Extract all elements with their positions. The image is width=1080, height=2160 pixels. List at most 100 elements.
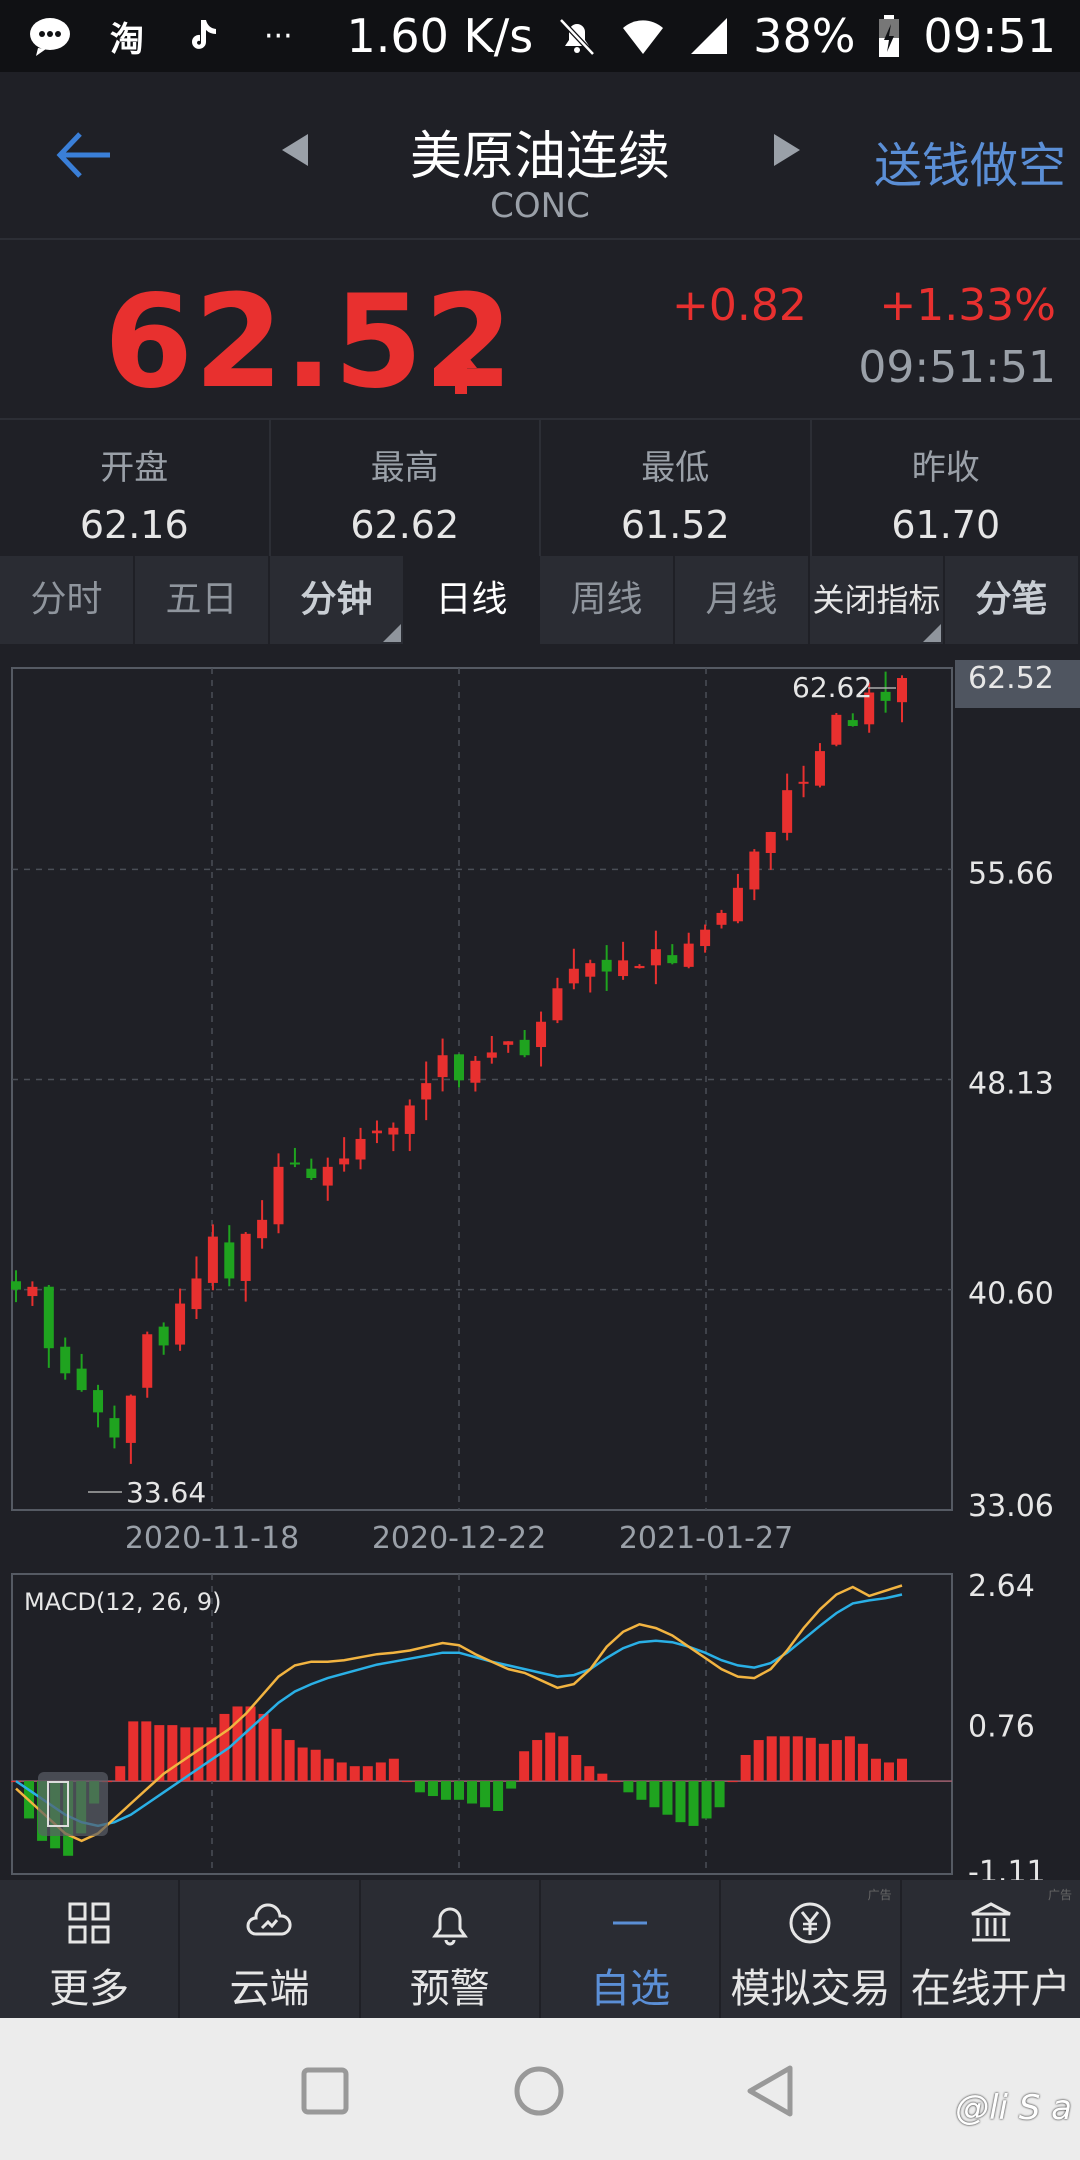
macd-bar xyxy=(480,1781,491,1808)
wifi-icon xyxy=(623,20,664,54)
candle-body xyxy=(322,1166,333,1186)
candle-body xyxy=(60,1346,71,1374)
tab-intraday[interactable]: 分时 xyxy=(0,556,135,644)
tab-daily[interactable]: 日线 xyxy=(405,556,540,644)
short-promo-button[interactable]: 送钱做空 xyxy=(874,126,1066,196)
macd-bar xyxy=(870,1758,881,1782)
tab-monthly[interactable]: 月线 xyxy=(675,556,810,644)
macd-bar xyxy=(310,1749,321,1782)
nav-label: 云端 xyxy=(229,1966,310,2012)
stats-row: 开盘 62.16 最高 62.62 最低 61.52 昨收 61.70 xyxy=(0,420,1080,556)
tab-weekly[interactable]: 周线 xyxy=(540,556,675,644)
candle-body xyxy=(43,1286,54,1349)
battery-percent: 38% xyxy=(753,9,856,63)
macd-bar xyxy=(271,1728,282,1782)
macd-bar xyxy=(440,1781,451,1800)
macd-bar xyxy=(297,1747,308,1782)
x-tick-label: 2021-01-27 xyxy=(619,1521,793,1556)
candle-body xyxy=(11,1281,21,1290)
candle-body xyxy=(191,1278,202,1310)
nav-more[interactable]: 更多 xyxy=(0,1880,181,2018)
back-icon[interactable] xyxy=(744,2064,796,2118)
candle-body xyxy=(552,988,563,1021)
tiktok-icon xyxy=(192,20,216,49)
y-tick-label: 40.60 xyxy=(968,1277,1054,1312)
stat-low: 最低 61.52 xyxy=(541,420,812,556)
macd-bar xyxy=(454,1781,464,1800)
next-contract-arrow-icon[interactable] xyxy=(774,134,800,166)
y-tick-label: 48.13 xyxy=(968,1067,1054,1102)
high-annotation: 62.62 xyxy=(792,671,872,704)
nav-label: 模拟交易 xyxy=(730,1966,891,2012)
macd-bar xyxy=(584,1766,595,1782)
candle-body xyxy=(683,943,694,967)
price-change: +0.82 xyxy=(672,280,807,331)
x-tick-label: 2020-12-22 xyxy=(372,1521,546,1556)
macd-bar xyxy=(688,1781,699,1826)
dropdown-corner-icon xyxy=(923,624,941,642)
tab-five-day[interactable]: 五日 xyxy=(135,556,270,644)
candle-body xyxy=(618,960,629,977)
macd-bar xyxy=(506,1781,517,1789)
y-tick-label: 55.66 xyxy=(968,856,1054,891)
candle-body xyxy=(142,1334,153,1388)
macd-y-tick-label: 2.64 xyxy=(968,1569,1035,1604)
nav-alert[interactable]: 预警 xyxy=(361,1880,541,2018)
chat-icon xyxy=(30,18,70,56)
macd-bar xyxy=(740,1754,751,1782)
nav-label: 在线开户 xyxy=(910,1966,1071,2012)
stat-value: 61.52 xyxy=(620,503,730,547)
macd-bar xyxy=(571,1754,582,1782)
tab-close-indicator[interactable]: 关闭指标 xyxy=(810,556,945,644)
price-change-percent: +1.33% xyxy=(879,280,1056,331)
macd-bar xyxy=(349,1766,360,1782)
system-nav-bar: @li S a xyxy=(0,2018,1080,2160)
candle-body xyxy=(470,1060,481,1083)
macd-bar xyxy=(883,1762,894,1782)
macd-bar xyxy=(727,1781,738,1783)
macd-bar xyxy=(610,1781,621,1783)
candle-body xyxy=(897,678,907,703)
tab-minute[interactable]: 分钟 xyxy=(270,556,405,644)
candle-body xyxy=(585,963,596,977)
candle-body xyxy=(503,1041,514,1045)
low-annotation: 33.64 xyxy=(126,1476,206,1509)
candle-body xyxy=(667,955,678,964)
macd-y-tick-label: 0.76 xyxy=(968,1709,1035,1744)
recents-icon[interactable] xyxy=(300,2066,350,2116)
nav-open-account[interactable]: 在线开户 广告 xyxy=(902,1880,1080,2018)
home-icon[interactable] xyxy=(512,2064,566,2118)
macd-bar xyxy=(141,1721,152,1782)
candle-body xyxy=(765,832,776,853)
stat-value: 62.62 xyxy=(350,503,460,547)
taobao-icon: 淘 xyxy=(110,19,144,60)
candle-body xyxy=(76,1368,87,1391)
macd-bar xyxy=(831,1740,842,1782)
stat-label: 昨收 xyxy=(911,448,980,488)
macd-bar xyxy=(180,1727,191,1782)
nav-cloud[interactable]: 云端 xyxy=(180,1880,361,2018)
stat-prev-close: 昨收 61.70 xyxy=(812,420,1080,556)
cloud-icon xyxy=(247,1903,292,1936)
macd-bar xyxy=(597,1773,608,1782)
macd-bar xyxy=(388,1758,399,1782)
macd-title: MACD(12, 26, 9) xyxy=(24,1588,222,1616)
chart-grid xyxy=(11,667,953,1511)
macd-bar xyxy=(245,1706,256,1782)
network-speed: 1.60 K/s xyxy=(346,9,534,63)
candle-body xyxy=(421,1083,432,1100)
battery-icon xyxy=(879,15,900,57)
candle-body xyxy=(814,751,825,786)
macd-bar xyxy=(779,1736,790,1782)
candle-body xyxy=(486,1052,497,1058)
macd-bar xyxy=(844,1736,855,1782)
kline-chart[interactable]: 62.52 55.66 48.13 40.60 33.06 2020-11-18 2020-… xyxy=(0,660,1080,1880)
bell-icon xyxy=(431,1907,468,1946)
nav-sim-trade[interactable]: 模拟交易 广告 xyxy=(721,1880,902,2018)
stat-value: 61.70 xyxy=(891,503,1001,547)
macd-bar xyxy=(206,1727,217,1782)
yen-icon xyxy=(789,1902,831,1944)
tab-tick[interactable]: 分笔 xyxy=(945,556,1080,644)
candle-body xyxy=(437,1055,448,1078)
nav-watchlist[interactable]: 自选 xyxy=(541,1880,722,2018)
